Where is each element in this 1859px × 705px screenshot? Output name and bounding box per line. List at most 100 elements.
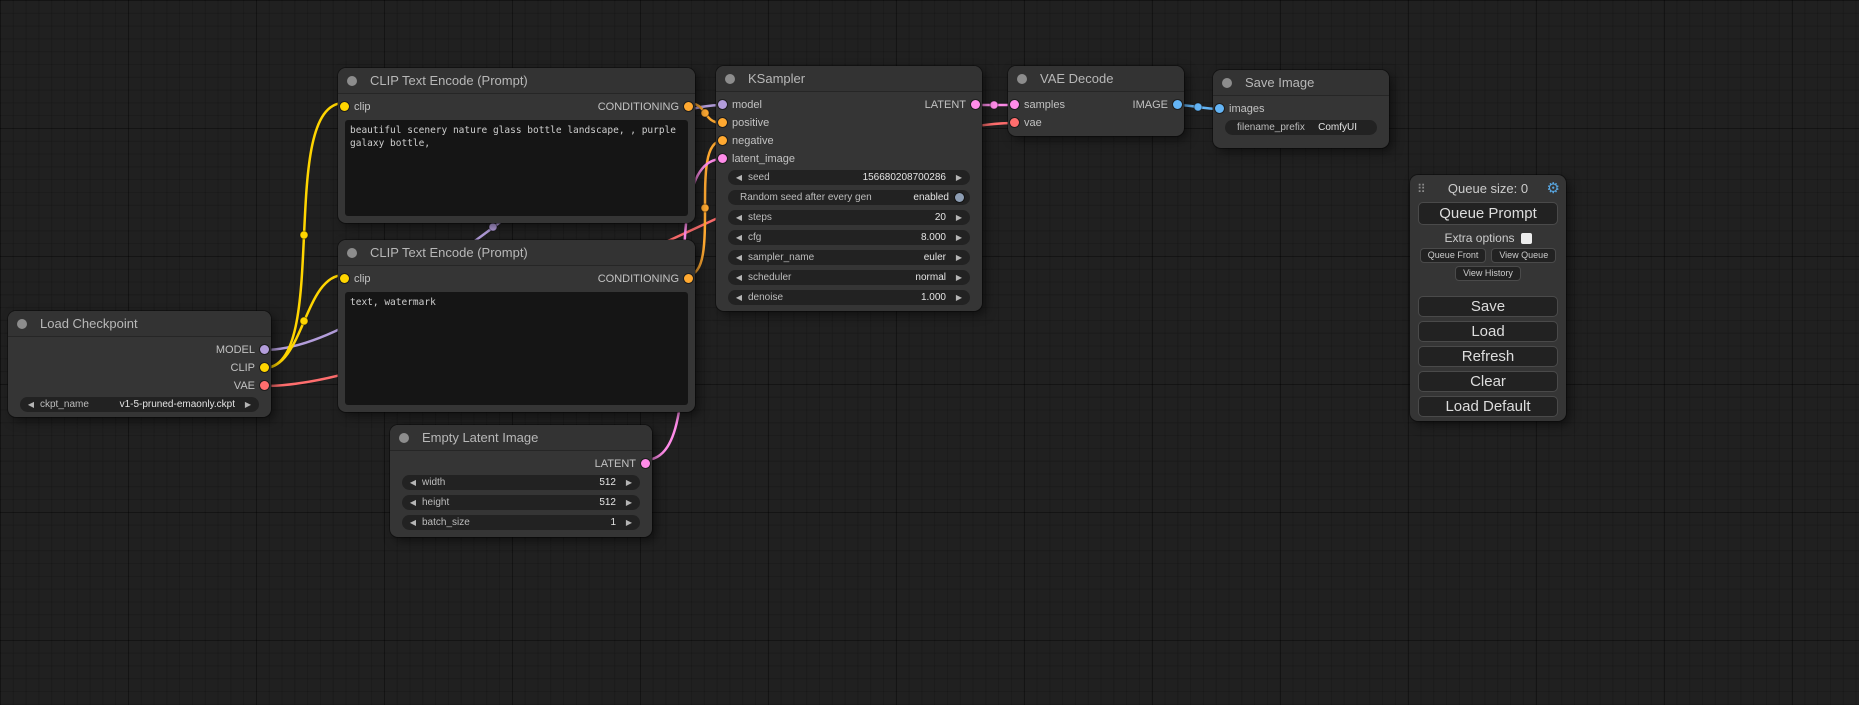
conditioning-connector-dot[interactable] — [718, 118, 727, 127]
increment-arrow-icon[interactable]: ▶ — [624, 495, 634, 510]
decrement-arrow-icon[interactable]: ◀ — [734, 210, 744, 225]
latent-connector-dot[interactable] — [718, 154, 727, 163]
input-slot-negative: negative — [716, 132, 982, 150]
increment-arrow-icon[interactable]: ▶ — [954, 230, 964, 245]
node-clip-text-encode-positive[interactable]: CLIP Text Encode (Prompt) clip CONDITION… — [338, 68, 695, 223]
prompt-textarea[interactable]: beautiful scenery nature glass bottle la… — [345, 120, 688, 216]
link-midpoint-dot — [701, 109, 709, 117]
widget-height[interactable]: ◀ height 512 ▶ — [402, 495, 640, 510]
decrement-arrow-icon[interactable]: ◀ — [408, 515, 418, 530]
link-midpoint-dot — [990, 101, 998, 109]
conditioning-connector-dot[interactable] — [718, 136, 727, 145]
clip-connector-dot[interactable] — [340, 274, 349, 283]
latent-connector-dot[interactable] — [1010, 100, 1019, 109]
toggle-dot-icon[interactable] — [955, 193, 964, 202]
widget-value: 20 — [935, 210, 946, 225]
increment-arrow-icon[interactable]: ▶ — [624, 515, 634, 530]
input-slot-positive: positive — [716, 114, 982, 132]
output-slot-image: IMAGE — [1096, 96, 1184, 114]
view-history-button[interactable]: View History — [1455, 266, 1521, 281]
decrement-arrow-icon[interactable]: ◀ — [26, 397, 36, 412]
node-titlebar[interactable]: CLIP Text Encode (Prompt) — [338, 68, 695, 94]
prompt-textarea[interactable]: text, watermark — [345, 292, 688, 405]
settings-gear-icon[interactable]: ⚙ — [1547, 178, 1560, 200]
increment-arrow-icon[interactable]: ▶ — [954, 290, 964, 305]
collapse-dot-icon[interactable] — [347, 248, 357, 258]
node-titlebar[interactable]: Empty Latent Image — [390, 425, 652, 451]
node-titlebar[interactable]: KSampler — [716, 66, 982, 92]
slot-label: MODEL — [216, 344, 255, 356]
clear-button[interactable]: Clear — [1418, 371, 1558, 392]
widget-sampler-name[interactable]: ◀ sampler_name euler ▶ — [728, 250, 970, 265]
decrement-arrow-icon[interactable]: ◀ — [408, 475, 418, 490]
latent-connector-dot[interactable] — [641, 459, 650, 468]
widget-denoise[interactable]: ◀ denoise 1.000 ▶ — [728, 290, 970, 305]
node-ksampler[interactable]: KSampler model positive negative latent_… — [716, 66, 982, 311]
decrement-arrow-icon[interactable]: ◀ — [734, 270, 744, 285]
extra-options-checkbox[interactable] — [1521, 233, 1532, 244]
clip-connector-dot[interactable] — [340, 102, 349, 111]
collapse-dot-icon[interactable] — [725, 74, 735, 84]
widget-label: filename_prefix — [1237, 120, 1305, 135]
load-button[interactable]: Load — [1418, 321, 1558, 342]
increment-arrow-icon[interactable]: ▶ — [954, 250, 964, 265]
increment-arrow-icon[interactable]: ▶ — [954, 210, 964, 225]
model-connector-dot[interactable] — [260, 345, 269, 354]
increment-arrow-icon[interactable]: ▶ — [954, 170, 964, 185]
decrement-arrow-icon[interactable]: ◀ — [408, 495, 418, 510]
widget-random-seed-toggle[interactable]: Random seed after every gen enabled — [728, 190, 970, 205]
widget-batch-size[interactable]: ◀ batch_size 1 ▶ — [402, 515, 640, 530]
image-connector-dot[interactable] — [1173, 100, 1182, 109]
latent-connector-dot[interactable] — [971, 100, 980, 109]
save-button[interactable]: Save — [1418, 296, 1558, 317]
conditioning-connector-dot[interactable] — [684, 102, 693, 111]
collapse-dot-icon[interactable] — [17, 319, 27, 329]
node-titlebar[interactable]: Save Image — [1213, 70, 1389, 96]
drag-handle-icon[interactable]: ⠿ — [1417, 178, 1426, 200]
queue-panel-header: ⠿ Queue size: 0 ⚙ — [1410, 178, 1566, 200]
collapse-dot-icon[interactable] — [1017, 74, 1027, 84]
node-save-image[interactable]: Save Image images filename_prefix ComfyU… — [1213, 70, 1389, 148]
decrement-arrow-icon[interactable]: ◀ — [734, 290, 744, 305]
widget-filename-prefix[interactable]: filename_prefix ComfyUI — [1225, 120, 1377, 135]
queue-prompt-button[interactable]: Queue Prompt — [1418, 202, 1558, 225]
node-vae-decode[interactable]: VAE Decode samples vae IMAGE — [1008, 66, 1184, 136]
link-midpoint-dot — [701, 204, 709, 212]
clip-connector-dot[interactable] — [260, 363, 269, 372]
increment-arrow-icon[interactable]: ▶ — [243, 397, 253, 412]
widget-value: ComfyUI — [1318, 120, 1357, 135]
node-titlebar[interactable]: VAE Decode — [1008, 66, 1184, 92]
slot-label: CONDITIONING — [598, 273, 679, 285]
widget-width[interactable]: ◀ width 512 ▶ — [402, 475, 640, 490]
model-connector-dot[interactable] — [718, 100, 727, 109]
widget-value: 1 — [610, 515, 616, 530]
decrement-arrow-icon[interactable]: ◀ — [734, 170, 744, 185]
node-titlebar[interactable]: Load Checkpoint — [8, 311, 271, 337]
node-empty-latent-image[interactable]: Empty Latent Image LATENT ◀ width 512 ▶ … — [390, 425, 652, 537]
view-queue-button[interactable]: View Queue — [1491, 248, 1556, 263]
increment-arrow-icon[interactable]: ▶ — [624, 475, 634, 490]
queue-front-button[interactable]: Queue Front — [1420, 248, 1487, 263]
extra-options-label: Extra options — [1444, 231, 1514, 245]
image-connector-dot[interactable] — [1215, 104, 1224, 113]
refresh-button[interactable]: Refresh — [1418, 346, 1558, 367]
node-titlebar[interactable]: CLIP Text Encode (Prompt) — [338, 240, 695, 266]
node-load-checkpoint[interactable]: Load Checkpoint MODEL CLIP VAE ◀ ckpt_na… — [8, 311, 271, 417]
collapse-dot-icon[interactable] — [399, 433, 409, 443]
widget-cfg[interactable]: ◀ cfg 8.000 ▶ — [728, 230, 970, 245]
node-clip-text-encode-negative[interactable]: CLIP Text Encode (Prompt) clip CONDITION… — [338, 240, 695, 412]
conditioning-connector-dot[interactable] — [684, 274, 693, 283]
vae-connector-dot[interactable] — [260, 381, 269, 390]
output-slot-model: MODEL — [8, 341, 271, 359]
vae-connector-dot[interactable] — [1010, 118, 1019, 127]
widget-seed[interactable]: ◀ seed 156680208700286 ▶ — [728, 170, 970, 185]
decrement-arrow-icon[interactable]: ◀ — [734, 250, 744, 265]
collapse-dot-icon[interactable] — [347, 76, 357, 86]
increment-arrow-icon[interactable]: ▶ — [954, 270, 964, 285]
widget-scheduler[interactable]: ◀ scheduler normal ▶ — [728, 270, 970, 285]
widget-ckpt-name[interactable]: ◀ ckpt_name v1-5-pruned-emaonly.ckpt ▶ — [20, 397, 259, 412]
load-default-button[interactable]: Load Default — [1418, 396, 1558, 417]
widget-steps[interactable]: ◀ steps 20 ▶ — [728, 210, 970, 225]
decrement-arrow-icon[interactable]: ◀ — [734, 230, 744, 245]
collapse-dot-icon[interactable] — [1222, 78, 1232, 88]
